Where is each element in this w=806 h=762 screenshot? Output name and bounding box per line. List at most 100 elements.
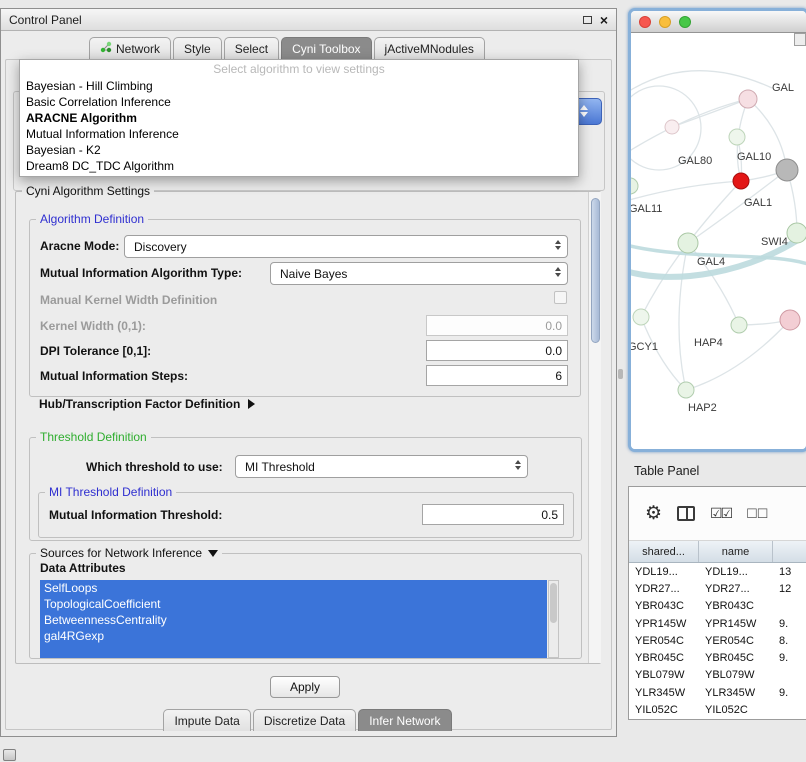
- tab-label: Network: [116, 42, 160, 56]
- table-row[interactable]: YBL079WYBL079W: [629, 667, 806, 684]
- network-node[interactable]: [633, 309, 649, 325]
- table-cell: YIL052C: [629, 704, 699, 716]
- network-node[interactable]: [787, 223, 806, 243]
- algorithm-option[interactable]: Basic Correlation Inference: [20, 94, 578, 110]
- table-row[interactable]: YBR045CYBR045C9.: [629, 649, 806, 666]
- settings-scrollbar[interactable]: [588, 192, 601, 663]
- minimize-traffic-light[interactable]: [659, 16, 671, 28]
- network-view-window: GALGAL80GAL10GAL11GAL1SWI4GAL4GCY1HAP4HA…: [628, 8, 806, 452]
- network-window-titlebar: [631, 11, 806, 33]
- table-row[interactable]: YBR043CYBR043C: [629, 598, 806, 615]
- attribute-list-item[interactable]: BetweennessCentrality: [40, 612, 547, 628]
- float-window-icon[interactable]: [583, 16, 592, 24]
- network-node[interactable]: [739, 90, 757, 108]
- table-cell: 9.: [773, 618, 806, 630]
- network-node[interactable]: [678, 382, 694, 398]
- algorithm-option[interactable]: Mutual Information Inference: [20, 126, 578, 142]
- algorithm-option[interactable]: ARACNE Algorithm: [20, 110, 578, 126]
- table-row[interactable]: YLR345WYLR345W9.: [629, 684, 806, 701]
- attributes-list-scrollbar-thumb[interactable]: [550, 583, 557, 623]
- which-threshold-value: MI Threshold: [245, 460, 315, 474]
- kernel-width-field: [426, 315, 568, 336]
- network-node[interactable]: [780, 310, 800, 330]
- tab-cyni-toolbox[interactable]: Cyni Toolbox: [281, 37, 371, 59]
- tab-network[interactable]: Network: [89, 37, 171, 59]
- table-cell: YER054C: [629, 635, 699, 647]
- table-row[interactable]: YDR27...YDR27...12: [629, 580, 806, 597]
- close-icon[interactable]: ×: [600, 14, 608, 26]
- mi-steps-field[interactable]: [426, 365, 568, 386]
- column-header[interactable]: name: [699, 541, 773, 562]
- close-traffic-light[interactable]: [639, 16, 651, 28]
- hub-factor-section-toggle[interactable]: Hub/Transcription Factor Definition: [39, 397, 255, 411]
- window-title: Control Panel: [9, 13, 82, 27]
- which-threshold-label: Which threshold to use:: [86, 460, 223, 474]
- table-panel: ⚙ ☑☑ ☐☐ shared...name YDL19...YDL19...13…: [628, 486, 806, 720]
- show-columns-icon[interactable]: [677, 506, 695, 521]
- select-all-checkbox-icon[interactable]: ☑☑: [710, 505, 731, 522]
- bottom-tabbar: Impute DataDiscretize DataInfer Network: [1, 709, 616, 731]
- mi-threshold-field[interactable]: [422, 504, 564, 525]
- column-header[interactable]: [773, 541, 806, 562]
- attribute-list-item[interactable]: gal4RGexp: [40, 628, 547, 644]
- node-label: GAL4: [697, 256, 725, 268]
- column-header[interactable]: shared...: [629, 541, 699, 562]
- split-divider-handle[interactable]: [618, 369, 623, 379]
- table-cell: YBL079W: [629, 669, 699, 681]
- dpi-tolerance-field[interactable]: [426, 340, 568, 361]
- manual-kernel-checkbox: [554, 291, 567, 304]
- attribute-list-item[interactable]: SelfLoops: [40, 580, 547, 596]
- network-node[interactable]: [631, 178, 638, 194]
- network-node[interactable]: [731, 317, 747, 333]
- canvas-scroll-corner-button[interactable]: [794, 33, 806, 46]
- network-node[interactable]: [678, 233, 698, 253]
- combo-arrows-icon: [580, 105, 588, 117]
- which-threshold-select[interactable]: MI Threshold: [235, 455, 528, 478]
- table-row[interactable]: YPR145WYPR145W9.: [629, 615, 806, 632]
- network-node[interactable]: [733, 173, 749, 189]
- algorithm-dropdown-list: Bayesian - Hill ClimbingBasic Correlatio…: [20, 78, 578, 174]
- collapse-down-icon[interactable]: [208, 550, 218, 557]
- mi-threshold-group: MI Threshold Definition Mutual Informati…: [38, 492, 574, 538]
- zoom-traffic-light[interactable]: [679, 16, 691, 28]
- algorithm-definition-group: Algorithm Definition Aracne Mode: Discov…: [29, 219, 581, 397]
- tab-jactivemnodules[interactable]: jActiveMNodules: [374, 37, 485, 59]
- collapsed-panel-icon[interactable]: [3, 749, 16, 761]
- table-row[interactable]: YDL19...YDL19...13: [629, 563, 806, 580]
- table-cell: YBR043C: [699, 600, 773, 612]
- mi-threshold-label: Mutual Information Threshold:: [49, 508, 222, 522]
- node-label: GAL80: [678, 155, 712, 167]
- aracne-mode-select[interactable]: Discovery: [124, 235, 568, 258]
- hub-factor-label: Hub/Transcription Factor Definition: [39, 397, 240, 411]
- table-cell: YBR043C: [629, 600, 699, 612]
- network-canvas[interactable]: GALGAL80GAL10GAL11GAL1SWI4GAL4GCY1HAP4HA…: [631, 33, 806, 449]
- table-body: YDL19...YDL19...13YDR27...YDR27...12YBR0…: [629, 563, 806, 719]
- node-label: GAL: [772, 82, 794, 94]
- algorithm-option[interactable]: Bayesian - K2: [20, 142, 578, 158]
- algorithm-option[interactable]: Bayesian - Hill Climbing: [20, 78, 578, 94]
- deselect-all-checkbox-icon[interactable]: ☐☐: [746, 506, 767, 522]
- data-attributes-list[interactable]: SelfLoopsTopologicalCoefficientBetweenne…: [40, 580, 547, 658]
- table-cell: 13: [773, 566, 806, 578]
- attributes-list-scrollbar[interactable]: [548, 580, 559, 658]
- attribute-list-item[interactable]: TopologicalCoefficient: [40, 596, 547, 612]
- tab-select[interactable]: Select: [224, 37, 279, 59]
- network-node[interactable]: [665, 120, 679, 134]
- table-cell: YDR27...: [629, 583, 699, 595]
- table-row[interactable]: YIL052CYIL052C: [629, 701, 806, 718]
- attribute-list-item-partial[interactable]: [40, 644, 547, 658]
- mi-type-select[interactable]: Naive Bayes: [270, 262, 568, 285]
- threshold-definition-group: Threshold Definition Which threshold to …: [29, 437, 582, 541]
- settings-gear-icon[interactable]: ⚙: [645, 504, 662, 523]
- network-node[interactable]: [729, 129, 745, 145]
- tab-style[interactable]: Style: [173, 37, 222, 59]
- bottom-tab-discretize-data[interactable]: Discretize Data: [253, 709, 356, 731]
- apply-button[interactable]: Apply: [270, 676, 340, 698]
- algorithm-option[interactable]: Dream8 DC_TDC Algorithm: [20, 158, 578, 174]
- table-row[interactable]: YER054CYER054C8.: [629, 632, 806, 649]
- settings-scrollbar-thumb[interactable]: [591, 198, 600, 343]
- bottom-tab-impute-data[interactable]: Impute Data: [163, 709, 250, 731]
- tab-label: Select: [235, 42, 268, 56]
- bottom-tab-infer-network[interactable]: Infer Network: [358, 709, 451, 731]
- network-node[interactable]: [776, 159, 798, 181]
